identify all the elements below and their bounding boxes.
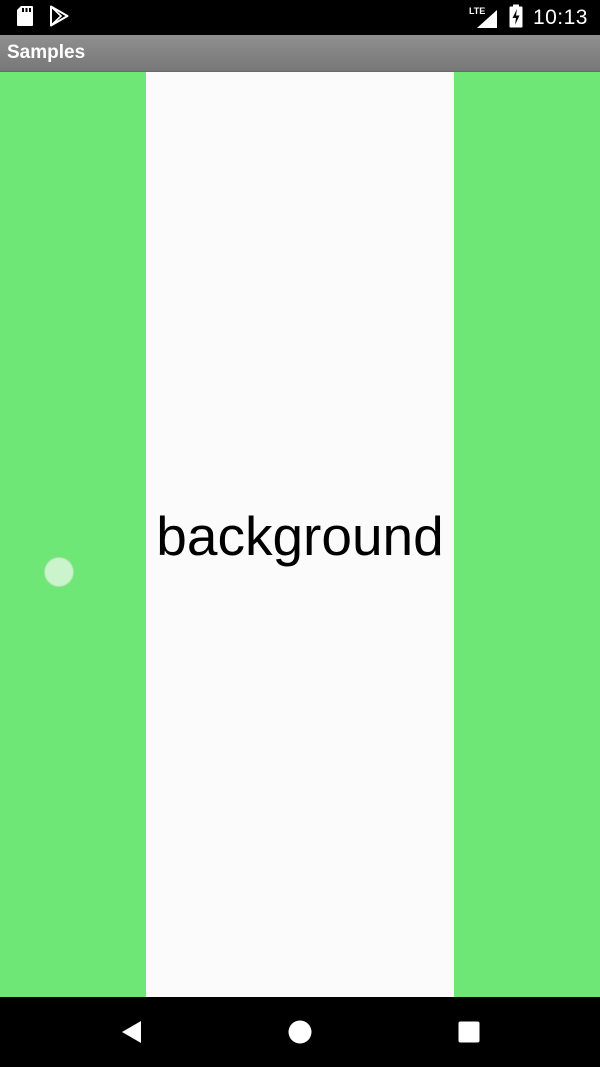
back-icon[interactable] <box>119 1019 145 1045</box>
notification-icons <box>16 5 70 32</box>
clock: 10:13 <box>532 6 588 29</box>
sample-content-area[interactable]: background <box>0 72 600 997</box>
recents-icon[interactable] <box>456 1019 482 1045</box>
touch-indicator <box>44 557 74 587</box>
background-label: background <box>156 505 444 567</box>
sd-card-icon <box>16 5 34 32</box>
background-panel: background <box>146 72 454 997</box>
navigation-bar <box>0 997 600 1067</box>
app-bar: Samples <box>0 35 600 72</box>
system-icons: LTE 10:13 <box>469 4 588 33</box>
battery-charging-icon <box>509 4 523 33</box>
signal-icon: LTE <box>469 6 499 30</box>
home-icon[interactable] <box>287 1019 313 1045</box>
status-bar: LTE 10:13 <box>0 0 600 35</box>
play-store-icon <box>48 5 70 32</box>
app-title: Samples <box>7 42 86 63</box>
